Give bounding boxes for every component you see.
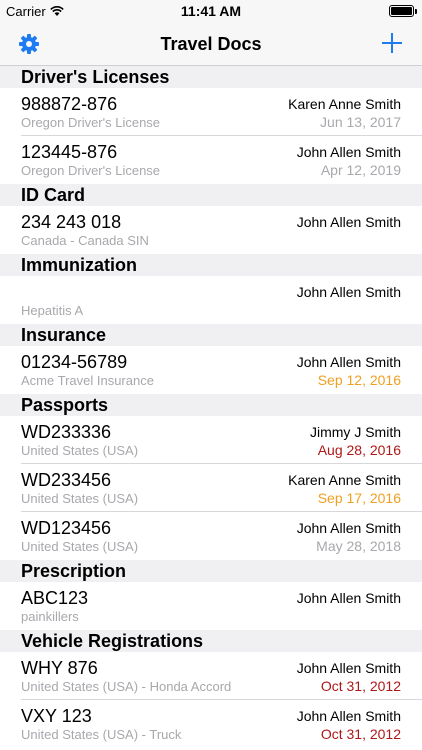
plus-icon[interactable] [380, 31, 404, 55]
document-type: United States (USA) - Honda Accord [21, 679, 232, 694]
holder-name: Karen Anne Smith [288, 96, 401, 112]
section-header-immunization: Immunization [0, 254, 422, 276]
expiry-date: Oct 31, 2012 [320, 726, 401, 742]
status-bar: Carrier 11:41 AM [0, 0, 422, 22]
holder-name: John Allen Smith [296, 520, 401, 536]
document-number: WD233336 [21, 422, 112, 442]
document-type: Oregon Driver's License [21, 163, 161, 178]
expiry-date: Oct 31, 2012 [320, 678, 401, 694]
document-number: 988872-876 [21, 94, 118, 114]
document-number: WD233456 [21, 470, 112, 490]
list-item[interactable]: 234 243 018 Canada - Canada SIN John All… [0, 206, 422, 254]
list-item[interactable]: WD233456 United States (USA) Karen Anne … [0, 464, 422, 512]
document-number: 123445-876 [21, 142, 118, 162]
holder-name: John Allen Smith [296, 284, 401, 300]
expiry-date: Sep 12, 2016 [317, 372, 401, 388]
document-number: VXY 123 [21, 706, 92, 726]
document-type: Acme Travel Insurance [21, 373, 154, 388]
document-number: WHY 876 [21, 658, 98, 678]
document-number: WD123456 [21, 518, 112, 538]
holder-name: John Allen Smith [296, 144, 401, 160]
list-item[interactable]: 123445-876 Oregon Driver's License John … [0, 136, 422, 184]
holder-name: Jimmy J Smith [310, 424, 401, 440]
expiry-date: Apr 12, 2019 [320, 162, 401, 178]
expiry-date: May 28, 2018 [316, 538, 401, 554]
list-item[interactable]: WD233336 United States (USA) Jimmy J Smi… [0, 416, 422, 464]
section-header-passports: Passports [0, 394, 422, 416]
document-list: Driver's Licenses 988872-876 Oregon Driv… [0, 66, 422, 748]
status-time: 11:41 AM [180, 3, 242, 19]
battery-icon [389, 5, 417, 17]
expiry-date: Jun 13, 2017 [320, 114, 401, 130]
document-type: United States (USA) - Truck [21, 727, 182, 742]
document-type: painkillers [21, 609, 79, 624]
section-header-vehicle-registrations: Vehicle Registrations [0, 630, 422, 652]
section-header-insurance: Insurance [0, 324, 422, 346]
navigation-bar: Travel Docs [0, 22, 422, 66]
document-type: Hepatitis A [21, 303, 84, 318]
list-item[interactable]: WHY 876 United States (USA) - Honda Acco… [0, 652, 422, 700]
section-header-id-card: ID Card [0, 184, 422, 206]
document-type: Canada - Canada SIN [21, 233, 149, 248]
holder-name: John Allen Smith [296, 214, 401, 230]
holder-name: John Allen Smith [296, 354, 401, 370]
document-type: Oregon Driver's License [21, 115, 161, 130]
list-item[interactable]: 988872-876 Oregon Driver's License Karen… [0, 88, 422, 136]
list-item[interactable]: WD123456 United States (USA) John Allen … [0, 512, 422, 560]
page-title: Travel Docs [160, 34, 262, 54]
list-item[interactable]: VXY 123 United States (USA) - Truck John… [0, 700, 422, 748]
holder-name: Karen Anne Smith [288, 472, 401, 488]
list-item[interactable]: ABC123 painkillers John Allen Smith [0, 582, 422, 630]
document-number: ABC123 [21, 588, 89, 608]
document-number: 234 243 018 [21, 212, 122, 232]
section-header-drivers-licenses: Driver's Licenses [0, 66, 422, 88]
document-type: United States (USA) [21, 539, 139, 554]
list-item[interactable]: Hepatitis A John Allen Smith [0, 276, 422, 324]
holder-name: John Allen Smith [296, 660, 401, 676]
holder-name: John Allen Smith [296, 708, 401, 724]
list-item[interactable]: 01234-56789 Acme Travel Insurance John A… [0, 346, 422, 394]
document-number: 01234-56789 [21, 352, 128, 372]
holder-name: John Allen Smith [296, 590, 401, 606]
expiry-date: Aug 28, 2016 [317, 442, 401, 458]
document-type: United States (USA) [21, 443, 139, 458]
document-type: United States (USA) [21, 491, 139, 506]
section-header-prescription: Prescription [0, 560, 422, 582]
expiry-date: Sep 17, 2016 [317, 490, 401, 506]
